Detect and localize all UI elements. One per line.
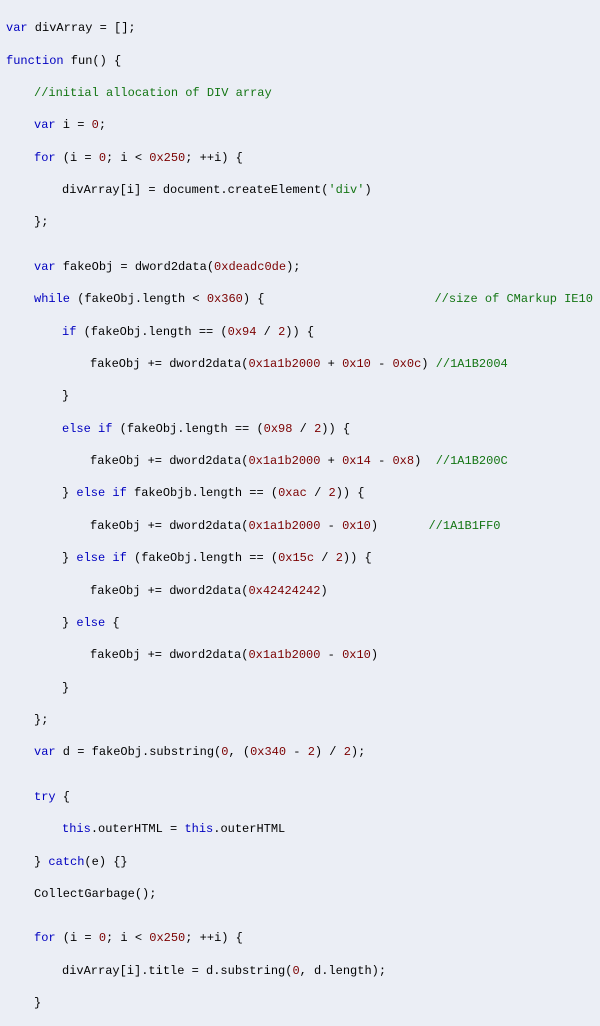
code-line: } else { xyxy=(6,615,594,631)
code-line: } xyxy=(6,680,594,696)
code-line: } xyxy=(6,995,594,1011)
keyword-else-if: else if xyxy=(62,422,112,436)
comment: //1A1B200C xyxy=(436,454,508,468)
code-line: divArray[i].title = d.substring(0, d.len… xyxy=(6,963,594,979)
code-line: divArray[i] = document.createElement('di… xyxy=(6,182,594,198)
keyword-catch: catch xyxy=(48,855,84,869)
code-line: CollectGarbage(); xyxy=(6,886,594,902)
code-line: } else if fakeObjb.length == (0xac / 2))… xyxy=(6,485,594,501)
keyword-this: this xyxy=(62,822,91,836)
string-literal: 'div' xyxy=(328,183,364,197)
keyword-try: try xyxy=(34,790,56,804)
keyword-var: var xyxy=(34,118,56,132)
code-line: }; xyxy=(6,712,594,728)
code-line: //initial allocation of DIV array xyxy=(6,85,594,101)
code-line: var d = fakeObj.substring(0, (0x340 - 2)… xyxy=(6,744,594,760)
keyword-else: else xyxy=(76,616,105,630)
code-line: } xyxy=(6,388,594,404)
keyword-if: if xyxy=(62,325,76,339)
code-line: this.outerHTML = this.outerHTML xyxy=(6,821,594,837)
code-line: } catch(e) {} xyxy=(6,854,594,870)
keyword-else-if: else if xyxy=(76,551,126,565)
keyword-var: var xyxy=(34,745,56,759)
code-line: fakeObj += dword2data(0x42424242) xyxy=(6,583,594,599)
code-line: fakeObj += dword2data(0x1a1b2000 + 0x10 … xyxy=(6,356,594,372)
keyword-while: while xyxy=(34,292,70,306)
keyword-var: var xyxy=(6,21,28,35)
code-line: else if (fakeObj.length == (0x98 / 2)) { xyxy=(6,421,594,437)
code-line: while (fakeObj.length < 0x360) {//size o… xyxy=(6,291,594,307)
comment: //1A1B1FF0 xyxy=(428,519,500,533)
keyword-var: var xyxy=(34,260,56,274)
keyword-function: function xyxy=(6,54,64,68)
code-line: if (fakeObj.length == (0x94 / 2)) { xyxy=(6,324,594,340)
keyword-this: this xyxy=(184,822,213,836)
code-line: var fakeObj = dword2data(0xdeadc0de); xyxy=(6,259,594,275)
keyword-for: for xyxy=(34,931,56,945)
keyword-else-if: else if xyxy=(76,486,126,500)
code-line: function fun() { xyxy=(6,53,594,69)
code-line: fakeObj += dword2data(0x1a1b2000 - 0x10) xyxy=(6,647,594,663)
code-line: } else if (fakeObj.length == (0x15c / 2)… xyxy=(6,550,594,566)
comment: //size of CMarkup IE10 0x33c xyxy=(434,292,600,306)
code-line: for (i = 0; i < 0x250; ++i) { xyxy=(6,930,594,946)
code-line: for (i = 0; i < 0x250; ++i) { xyxy=(6,150,594,166)
code-block: var divArray = []; function fun() { //in… xyxy=(0,0,600,1026)
keyword-for: for xyxy=(34,151,56,165)
code-line: }; xyxy=(6,214,594,230)
code-line: try { xyxy=(6,789,594,805)
code-line: fakeObj += dword2data(0x1a1b2000 - 0x10)… xyxy=(6,518,594,534)
code-line: var divArray = []; xyxy=(6,20,594,36)
comment: //1A1B2004 xyxy=(436,357,508,371)
code-line: fakeObj += dword2data(0x1a1b2000 + 0x14 … xyxy=(6,453,594,469)
comment: //initial allocation of DIV array xyxy=(34,86,272,100)
code-line: var i = 0; xyxy=(6,117,594,133)
